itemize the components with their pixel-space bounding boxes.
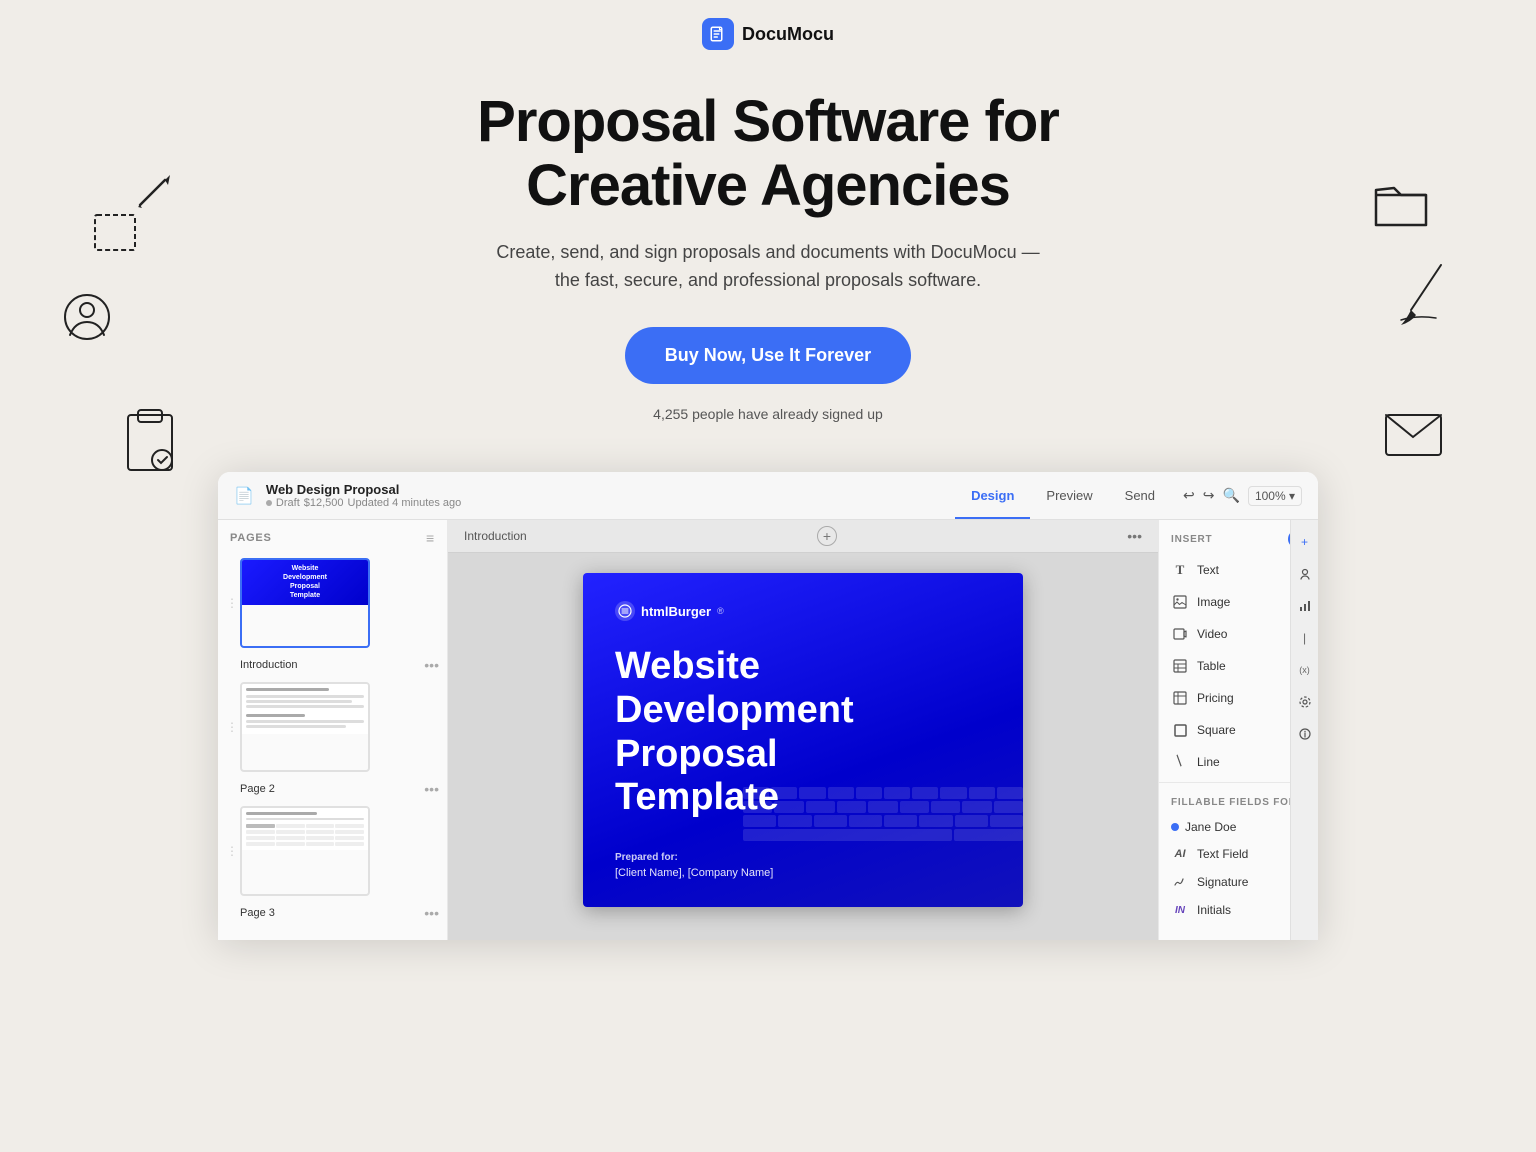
page-1-label-row: Introduction •••	[218, 654, 447, 676]
doc-price: $12,500	[304, 497, 344, 509]
text-field-icon: AI	[1171, 848, 1189, 860]
app-tabs: Design Preview Send	[955, 482, 1171, 509]
page-3-more[interactable]: •••	[424, 905, 439, 921]
pages-menu-icon[interactable]: ≡	[426, 530, 435, 546]
keyboard-decoration	[743, 787, 1023, 907]
signature-label: Signature	[1197, 875, 1248, 889]
pen-icon	[1396, 260, 1456, 330]
doc-info: Web Design Proposal Draft $12,500 Update…	[266, 482, 943, 509]
selection-icon	[90, 210, 150, 265]
main-canvas: Introduction + •••	[448, 520, 1158, 940]
pricing-table-insert-icon	[1171, 689, 1189, 707]
status-dot	[266, 500, 272, 506]
text-insert-label: Text	[1197, 563, 1219, 577]
page-3-label: Page 3	[240, 907, 275, 919]
tab-send[interactable]: Send	[1109, 482, 1171, 509]
social-proof: 4,255 people have already signed up	[20, 406, 1516, 422]
initials-icon: IN	[1171, 905, 1189, 916]
doc-title: Web Design Proposal	[266, 482, 943, 497]
pages-header: PAGES ≡	[218, 520, 447, 552]
video-insert-icon	[1171, 625, 1189, 643]
line-insert-icon: /	[1167, 750, 1192, 775]
video-insert-label: Video	[1197, 627, 1227, 641]
pricing-table-insert-label: Pricing	[1197, 691, 1234, 705]
section-label: Introduction	[464, 529, 527, 543]
edge-chart-icon[interactable]	[1293, 594, 1317, 618]
hero-section: Proposal Software for Creative Agencies …	[0, 60, 1536, 442]
doc-status: Draft	[276, 497, 300, 509]
tab-design[interactable]: Design	[955, 482, 1030, 509]
app-actions: ↩ ↪ 🔍 100% ▾	[1183, 486, 1302, 506]
page-2-more[interactable]: •••	[424, 781, 439, 797]
page-3-item[interactable]: ⋮	[218, 800, 447, 902]
doc-logo-name: htmlBurger	[641, 604, 711, 619]
doc-updated: Updated 4 minutes ago	[348, 497, 462, 509]
page-thumb-3[interactable]	[240, 806, 370, 896]
document-icon: 📄	[234, 486, 254, 506]
pages-label: PAGES	[230, 532, 272, 544]
page-thumb-1[interactable]: WebsiteDevelopmentProposalTemplate	[240, 558, 370, 648]
table-insert-icon	[1171, 657, 1189, 675]
app-body: PAGES ≡ ⋮ WebsiteDevelopmentProposalTemp…	[218, 520, 1318, 940]
line-insert-label: Line	[1197, 755, 1220, 769]
page-2-item[interactable]: ⋮	[218, 676, 447, 778]
page-1-label: Introduction	[240, 659, 297, 671]
edge-user-icon[interactable]	[1293, 562, 1317, 586]
page-1-more[interactable]: •••	[424, 657, 439, 673]
reg-mark: ®	[717, 606, 724, 616]
canvas-toolbar: Introduction + •••	[448, 520, 1158, 553]
initials-label: Initials	[1197, 903, 1231, 917]
image-insert-icon	[1171, 593, 1189, 611]
brand-name: DocuMocu	[742, 24, 834, 45]
user-dot	[1171, 823, 1179, 831]
zoom-control[interactable]: 100% ▾	[1248, 486, 1302, 506]
edge-settings-icon[interactable]	[1293, 690, 1317, 714]
doc-meta: Draft $12,500 Updated 4 minutes ago	[266, 497, 943, 509]
hero-subtitle: Create, send, and sign proposals and doc…	[488, 238, 1048, 296]
fillable-user-name: Jane Doe	[1185, 820, 1295, 834]
search-button[interactable]: 🔍	[1223, 487, 1240, 504]
app-titlebar: 📄 Web Design Proposal Draft $12,500 Upda…	[218, 472, 1318, 520]
insert-label: INSERT	[1171, 534, 1212, 545]
image-insert-label: Image	[1197, 595, 1230, 609]
cta-button[interactable]: Buy Now, Use It Forever	[625, 327, 911, 384]
tab-preview[interactable]: Preview	[1030, 482, 1108, 509]
canvas-more-button[interactable]: •••	[1127, 528, 1142, 544]
signature-icon	[1171, 875, 1189, 889]
doc-logo: htmlBurger ®	[615, 601, 991, 621]
text-field-label: Text Field	[1197, 847, 1248, 861]
edge-add-icon[interactable]: +	[1293, 530, 1317, 554]
page-2-label-row: Page 2 •••	[218, 778, 447, 800]
square-insert-icon	[1171, 721, 1189, 739]
page-thumb-2[interactable]	[240, 682, 370, 772]
edge-info-icon[interactable]	[1293, 722, 1317, 746]
add-section-button[interactable]: +	[817, 526, 837, 546]
page-2-label: Page 2	[240, 783, 275, 795]
drag-handle-2: ⋮	[226, 720, 236, 734]
canvas-area: htmlBurger ® Website Development Proposa…	[448, 553, 1158, 940]
text-insert-icon: T	[1171, 561, 1189, 579]
hero-headline: Proposal Software for Creative Agencies	[20, 90, 1516, 218]
table-insert-label: Table	[1197, 659, 1226, 673]
top-nav: DocuMocu	[0, 0, 1536, 60]
redo-button[interactable]: ↪	[1203, 487, 1215, 504]
app-mockup: 📄 Web Design Proposal Draft $12,500 Upda…	[218, 472, 1318, 940]
page-1-item[interactable]: ⋮ WebsiteDevelopmentProposalTemplate	[218, 552, 447, 654]
undo-button[interactable]: ↩	[1183, 487, 1195, 504]
logo-icon	[702, 18, 734, 50]
edge-icon-strip: + | (x)	[1290, 520, 1318, 940]
fillable-label: FILLABLE FIELDS FOR	[1171, 797, 1297, 808]
doc-page: htmlBurger ® Website Development Proposa…	[583, 573, 1023, 907]
drag-handle-1: ⋮	[226, 596, 236, 610]
pages-sidebar: PAGES ≡ ⋮ WebsiteDevelopmentProposalTemp…	[218, 520, 448, 940]
edge-cursor-icon[interactable]: |	[1293, 626, 1317, 650]
htmlburger-logo-icon	[615, 601, 635, 621]
page-3-label-row: Page 3 •••	[218, 902, 447, 924]
thumb-text-1: WebsiteDevelopmentProposalTemplate	[279, 560, 331, 604]
insert-sidebar: INSERT + T Text Image Video	[1158, 520, 1318, 940]
drag-handle-3: ⋮	[226, 844, 236, 858]
edge-variable-icon[interactable]: (x)	[1293, 658, 1317, 682]
square-insert-label: Square	[1197, 723, 1236, 737]
